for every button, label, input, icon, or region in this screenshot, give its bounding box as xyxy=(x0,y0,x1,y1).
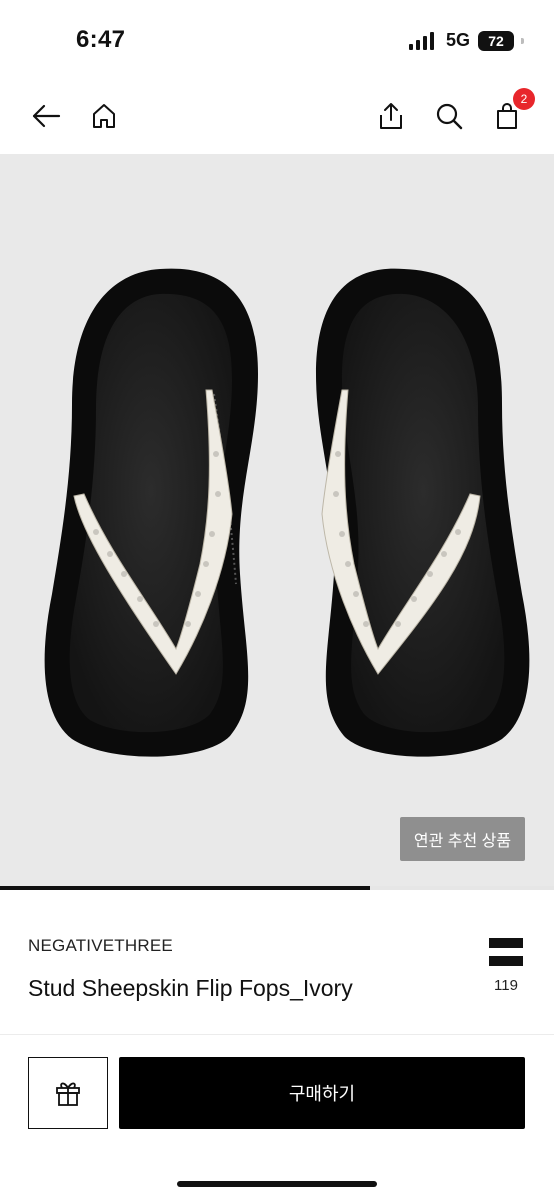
status-bar: 6:47 5G 72 xyxy=(0,0,554,80)
home-indicator xyxy=(177,1181,377,1187)
back-button[interactable] xyxy=(28,98,64,134)
related-products-button[interactable]: 연관 추천 상품 xyxy=(400,817,525,861)
status-time: 6:47 xyxy=(76,26,126,53)
like-button[interactable]: 119 xyxy=(486,938,526,994)
signal-icon xyxy=(408,31,434,50)
product-name: Stud Sheepskin Flip Fops_Ivory xyxy=(28,975,353,1001)
status-indicators: 5G 72 xyxy=(408,30,524,51)
home-icon xyxy=(93,104,115,128)
network-type: 5G xyxy=(445,30,470,50)
share-button[interactable] xyxy=(373,98,409,134)
right-sandal xyxy=(316,268,530,757)
top-nav: 2 xyxy=(0,80,554,154)
home-button[interactable] xyxy=(86,98,122,134)
like-icon xyxy=(489,938,523,966)
battery-icon: 72 xyxy=(478,30,524,51)
product-info: NEGATIVETHREE Stud Sheepskin Flip Fops_I… xyxy=(0,890,554,1034)
divider xyxy=(0,1034,554,1035)
gift-button[interactable] xyxy=(28,1057,108,1129)
arrow-left-icon xyxy=(32,104,61,128)
brand-name[interactable]: NEGATIVETHREE xyxy=(28,936,173,956)
buy-button[interactable]: 구매하기 xyxy=(119,1057,525,1129)
cart-count-badge: 2 xyxy=(513,88,535,110)
product-image xyxy=(44,268,530,757)
cart-button[interactable]: 2 xyxy=(489,88,535,134)
search-icon xyxy=(436,103,463,130)
product-image-gallery[interactable]: 연관 추천 상품 xyxy=(0,154,554,886)
gift-icon xyxy=(56,1082,80,1106)
left-sandal xyxy=(44,268,258,757)
like-count: 119 xyxy=(494,977,518,994)
share-icon xyxy=(380,103,402,129)
search-button[interactable] xyxy=(431,98,467,134)
battery-level: 72 xyxy=(488,32,504,49)
